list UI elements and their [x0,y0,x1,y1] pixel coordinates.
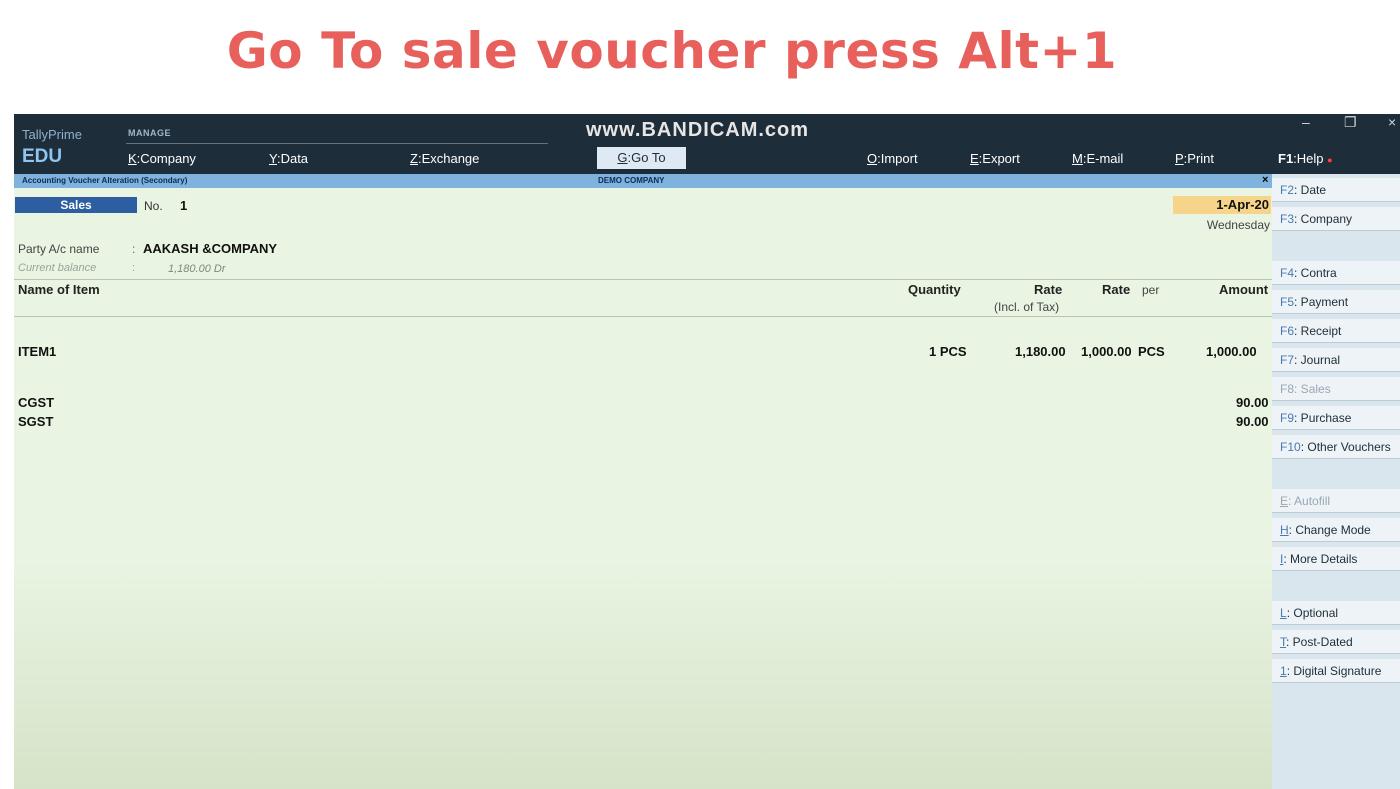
balance-value: 1,180.00 Dr [168,263,226,275]
sidebar-item-autofill[interactable]: E: Autofill [1272,489,1400,513]
restore-icon[interactable]: ❐ [1344,114,1357,131]
help-alert-icon: ● [1327,155,1333,165]
tax-amount[interactable]: 90.00 [1236,395,1269,410]
sidebar-item-payment[interactable]: F5: Payment [1272,290,1400,314]
menu-email[interactable]: M:E-mail [1072,151,1123,166]
voucher-day: Wednesday [1206,218,1270,232]
menu-data[interactable]: Y:Data [269,151,308,166]
header-divider-top [14,279,1272,280]
sidebar-item-other-vouchers[interactable]: F10: Other Vouchers [1272,435,1400,459]
menu-import[interactable]: O:Import [867,151,918,166]
voucher-area: Sales No. 1 1-Apr-20 Wednesday Party A/c… [14,188,1272,789]
button-bar: F2: Date F3: Company F4: Contra F5: Paym… [1272,174,1400,789]
company-name: DEMO COMPANY [598,176,665,185]
balance-label: Current balance [18,262,97,274]
close-screen-icon[interactable]: × [1262,174,1268,186]
voucher-date-field[interactable]: 1-Apr-20 [1173,196,1271,214]
sidebar-item-digital-signature[interactable]: 1: Digital Signature [1272,659,1400,683]
menu-export[interactable]: E:Export [970,151,1020,166]
col-rate-incl: Rate [1034,282,1063,297]
item-per[interactable]: PCS [1138,344,1165,359]
party-name-field[interactable]: AAKASH &COMPANY [143,241,277,256]
sidebar-item-more-details[interactable]: I: More Details [1272,547,1400,571]
recorder-watermark: www.BANDICAM.com [586,119,810,141]
voucher-no-label: No. [144,199,163,213]
balance-colon: : [132,262,136,274]
sidebar-item-purchase[interactable]: F9: Purchase [1272,406,1400,430]
tutorial-caption: Go To sale voucher press Alt+1 [226,22,1118,80]
party-label: Party A/c name [18,242,100,256]
tax-name[interactable]: CGST [18,395,54,410]
sidebar-item-contra[interactable]: F4: Contra [1272,261,1400,285]
col-name-of-item: Name of Item [18,282,100,297]
item-amount[interactable]: 1,000.00 [1206,344,1257,359]
sidebar-item-post-dated[interactable]: T: Post-Dated [1272,630,1400,654]
tax-amount[interactable]: 90.00 [1236,414,1269,429]
sidebar-item-change-mode[interactable]: H: Change Mode [1272,518,1400,542]
item-quantity[interactable]: 1 PCS [929,344,967,359]
manage-label: MANAGE [128,128,171,138]
sidebar-item-date[interactable]: F2: Date [1272,178,1400,202]
voucher-no-value[interactable]: 1 [180,198,187,213]
menu-exchange[interactable]: Z:Exchange [410,151,479,166]
col-quantity: Quantity [908,282,961,297]
menu-goto[interactable]: G:Go To [597,147,686,169]
voucher-title-strip: Accounting Voucher Alteration (Secondary… [14,174,1272,188]
col-per: per [1142,283,1160,297]
sidebar-item-journal[interactable]: F7: Journal [1272,348,1400,372]
screen-title: Accounting Voucher Alteration (Secondary… [22,176,188,185]
item-rate[interactable]: 1,000.00 [1081,344,1132,359]
party-colon: : [132,242,136,256]
tally-window: TallyPrime EDU MANAGE www.BANDICAM.com K… [14,114,1400,789]
menu-company[interactable]: K:Company [128,151,196,166]
sidebar-item-optional[interactable]: L: Optional [1272,601,1400,625]
voucher-type-badge[interactable]: Sales [15,197,137,213]
header-divider-bottom [14,316,1272,317]
sidebar-item-sales[interactable]: F8: Sales [1272,377,1400,401]
sidebar-item-company[interactable]: F3: Company [1272,207,1400,231]
close-window-icon[interactable]: × [1388,114,1396,130]
product-name: TallyPrime [22,127,82,142]
menu-print[interactable]: P:Print [1175,151,1214,166]
col-rate-incl-sub: (Incl. of Tax) [994,300,1060,314]
col-rate: Rate [1102,282,1131,297]
edition-name: EDU [22,146,63,167]
sidebar-item-receipt[interactable]: F6: Receipt [1272,319,1400,343]
top-menu-bar: TallyPrime EDU MANAGE www.BANDICAM.com K… [14,114,1400,174]
item-rate-incl[interactable]: 1,180.00 [1015,344,1066,359]
minimize-icon[interactable]: – [1302,114,1310,130]
manage-divider [126,143,548,144]
col-amount: Amount [1219,282,1269,297]
item-name[interactable]: ITEM1 [18,344,56,359]
tax-name[interactable]: SGST [18,414,53,429]
menu-help[interactable]: F1:Help ● [1278,151,1333,166]
